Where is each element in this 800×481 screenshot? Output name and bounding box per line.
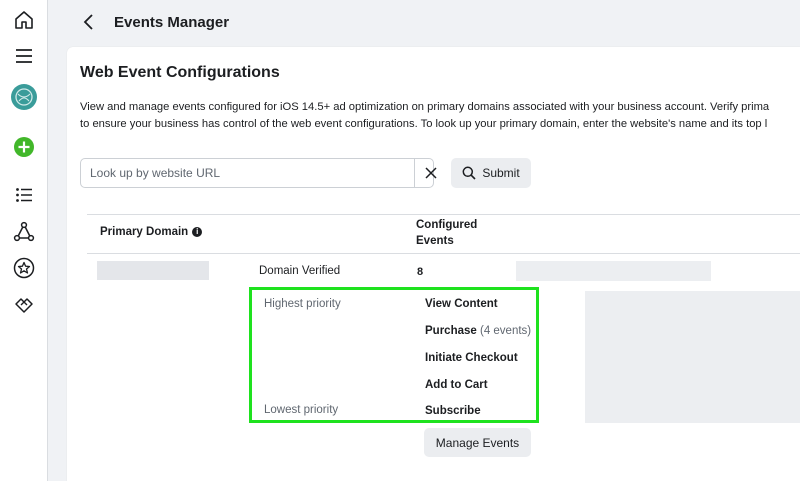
menu-icon[interactable] <box>10 42 38 70</box>
configured-events-count: 8 <box>417 266 424 278</box>
create-icon[interactable] <box>10 133 38 161</box>
left-nav-rail <box>0 0 48 481</box>
redacted-content <box>585 291 800 423</box>
event-name: Initiate Checkout <box>425 352 518 364</box>
event-name: View Content <box>425 298 498 310</box>
redacted-content <box>516 261 711 281</box>
section-description: View and manage events configured for iO… <box>80 99 800 133</box>
event-name: Purchase <box>425 325 477 337</box>
section-title: Web Event Configurations <box>80 64 280 81</box>
network-icon[interactable] <box>10 218 38 246</box>
event-priority-highlight: Highest priority Lowest priority View Co… <box>249 287 539 423</box>
chevron-left-icon <box>83 14 93 30</box>
description-line: to ensure your business has control of t… <box>80 118 768 130</box>
event-item: Initiate Checkout <box>425 352 518 364</box>
lowest-priority-label: Lowest priority <box>264 404 339 416</box>
highest-priority-label: Highest priority <box>264 298 341 310</box>
column-header-label: Primary Domain <box>100 226 189 238</box>
web-event-configurations-card: Web Event Configurations View and manage… <box>67 47 800 481</box>
search-input[interactable] <box>81 159 414 187</box>
table-header: Primary Domain i Configured Events <box>87 214 800 254</box>
home-icon[interactable] <box>10 6 38 34</box>
event-item: Add to Cart <box>425 379 488 391</box>
search-icon <box>462 166 476 180</box>
event-item: Subscribe <box>425 405 481 417</box>
description-line: View and manage events configured for iO… <box>80 101 770 113</box>
close-icon <box>424 167 437 179</box>
info-icon[interactable]: i <box>192 227 203 237</box>
column-header-label: Configured <box>416 219 478 231</box>
account-avatar[interactable] <box>10 83 38 111</box>
list-icon[interactable] <box>10 181 38 209</box>
domain-status: Domain Verified <box>259 265 341 277</box>
clear-search-button[interactable] <box>414 159 446 187</box>
column-header-configured-events: Configured Events <box>416 217 477 249</box>
column-header-primary-domain: Primary Domain i <box>100 226 203 238</box>
manage-events-button[interactable]: Manage Events <box>424 428 531 457</box>
top-bar: Events Manager <box>49 0 800 46</box>
back-button[interactable] <box>77 10 101 34</box>
redacted-domain <box>97 261 209 280</box>
partnership-icon[interactable] <box>10 290 38 318</box>
event-name: Add to Cart <box>425 379 488 391</box>
page-title: Events Manager <box>114 14 230 31</box>
star-icon[interactable] <box>10 254 38 282</box>
event-item: Purchase (4 events) <box>425 325 531 337</box>
url-search-field <box>80 158 437 188</box>
submit-label: Submit <box>482 166 520 180</box>
submit-button[interactable]: Submit <box>451 158 531 188</box>
column-header-label: Events <box>416 235 454 247</box>
event-name: Subscribe <box>425 405 481 417</box>
event-note: (4 events) <box>479 325 532 337</box>
event-item: View Content <box>425 298 498 310</box>
